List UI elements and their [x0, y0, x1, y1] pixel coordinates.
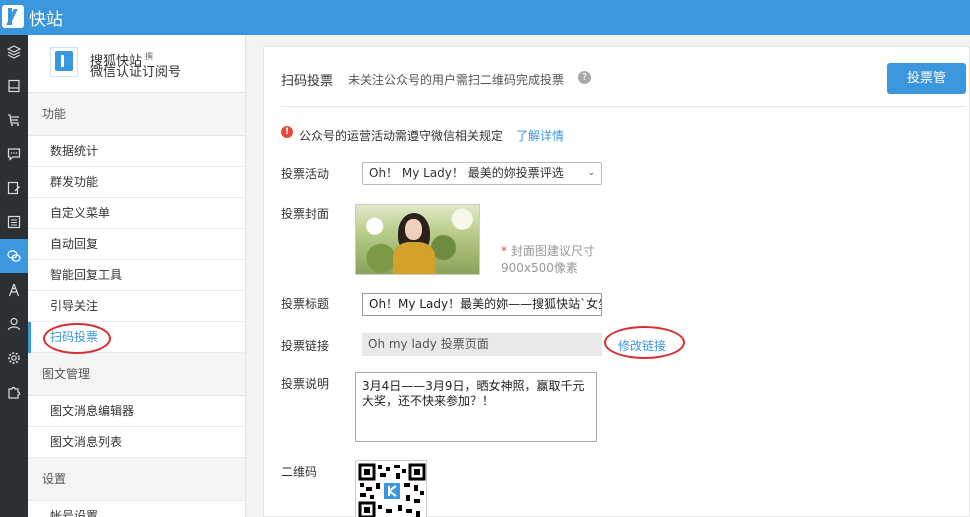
vote-link-field: Oh my lady 投票页面 — [362, 333, 602, 356]
menu-item-auto-reply[interactable]: 自动回复 — [28, 229, 245, 260]
qr-code-image — [355, 460, 427, 517]
tower-icon[interactable] — [0, 273, 28, 307]
vote-manage-button[interactable]: 投票管 — [887, 63, 966, 94]
wechat-icon[interactable] — [0, 239, 28, 273]
menu-item-guide-follow[interactable]: 引导关注 — [28, 291, 245, 322]
qr-label: 二维码 — [281, 465, 318, 479]
user-icon[interactable] — [0, 307, 28, 341]
header-divider — [281, 106, 966, 107]
account-type: 微信认证订阅号 — [90, 65, 182, 80]
menu-item-custom-menu[interactable]: 自定义菜单 — [28, 198, 245, 229]
cover-label: 投票封面 — [281, 207, 330, 221]
menu-item-data-stats[interactable]: 数据统计 — [28, 136, 245, 167]
activity-select-value: Oh！ My Lady！ 最美的妳投票评选 — [369, 166, 564, 180]
annotation-circle-link — [604, 326, 685, 359]
annotation-circle-menu — [43, 323, 111, 354]
puzzle-icon[interactable] — [0, 375, 28, 409]
list-icon[interactable] — [0, 205, 28, 239]
section-news-management: 图文管理 — [28, 353, 245, 396]
vote-title-input[interactable]: Oh！My Lady！最美的妳——搜狐快站`女生 — [362, 293, 602, 316]
notice-text: 公众号的运营活动需遵守微信相关规定 — [299, 129, 504, 143]
edit-icon[interactable] — [0, 171, 28, 205]
menu-item-mass-send[interactable]: 群发功能 — [28, 167, 245, 198]
learn-more-link[interactable]: 了解详情 — [516, 127, 564, 144]
activity-label: 投票活动 — [281, 167, 330, 181]
page-subtitle: 未关注公众号的用户需扫二维码完成投票 — [348, 73, 565, 87]
section-functions: 功能 — [28, 93, 245, 136]
page-title: 扫码投票 — [281, 74, 334, 89]
menu-item-news-list[interactable]: 图文消息列表 — [28, 427, 245, 458]
menu-item-smart-reply[interactable]: 智能回复工具 — [28, 260, 245, 291]
chevron-down-icon: ⌄ — [587, 168, 595, 178]
side-menu: 搜狐快站 撰 微信认证订阅号 功能 数据统计 群发功能 自定义菜单 自动回复 智… — [28, 35, 246, 517]
menu-item-account-settings[interactable]: 帐号设置 — [28, 501, 245, 517]
icon-rail — [0, 35, 28, 517]
title-label: 投票标题 — [281, 297, 330, 311]
kuaizhan-logo[interactable] — [2, 5, 24, 28]
desc-label: 投票说明 — [281, 377, 330, 391]
activity-select[interactable]: Oh！ My Lady！ 最美的妳投票评选 ⌄ — [362, 162, 602, 185]
cover-image[interactable] — [355, 204, 480, 275]
cart-icon[interactable] — [0, 103, 28, 137]
main-panel: 扫码投票 未关注公众号的用户需扫二维码完成投票 ? 投票管 ! 公众号的运营活动… — [263, 46, 970, 517]
brand-title: 快站 — [29, 10, 63, 30]
account-header: 搜狐快站 撰 微信认证订阅号 — [28, 35, 245, 93]
menu-item-news-editor[interactable]: 图文消息编辑器 — [28, 396, 245, 427]
top-bar: 快站 — [0, 0, 970, 35]
alert-icon: ! — [281, 126, 293, 138]
section-settings: 设置 — [28, 458, 245, 501]
cover-size-hint: * 封面图建议尺寸 900x500像素 — [501, 244, 595, 275]
vote-description-textarea[interactable]: 3月4日——3月9日，晒女神照，赢取千元 大奖，还不快来参加？！ — [355, 372, 597, 442]
layers-icon[interactable] — [0, 35, 28, 69]
account-avatar — [50, 47, 78, 77]
link-label: 投票链接 — [281, 339, 330, 353]
gear-icon[interactable] — [0, 341, 28, 375]
help-icon[interactable]: ? — [578, 71, 591, 84]
chat-icon[interactable] — [0, 137, 28, 171]
page-icon[interactable] — [0, 69, 28, 103]
